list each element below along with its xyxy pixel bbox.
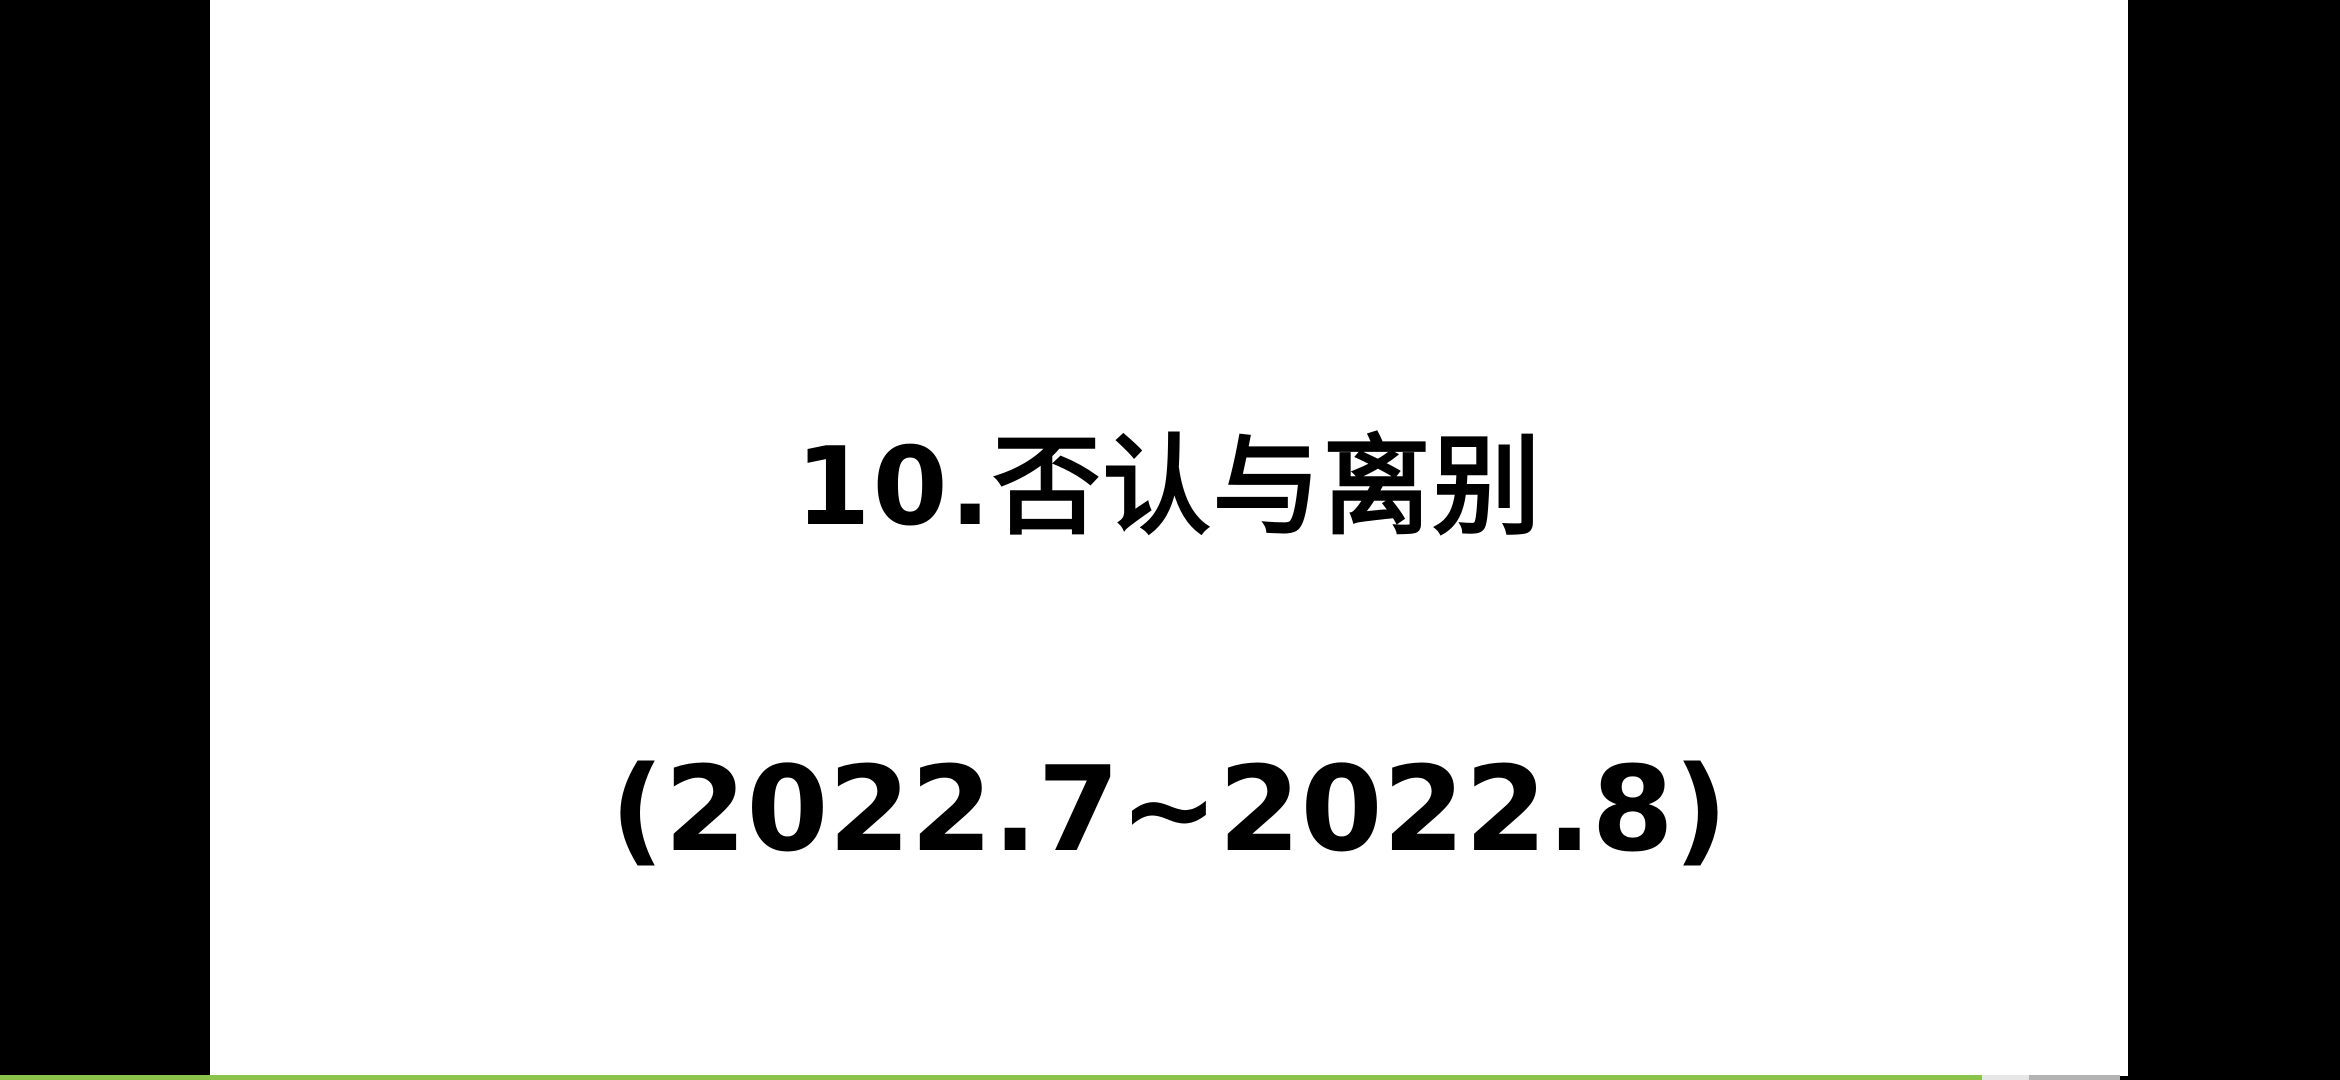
played-portion (0, 1075, 1983, 1080)
video-frame[interactable]: 10.否认与离别 (2022.7~2022.8) (210, 0, 2128, 1076)
video-progress-bar[interactable] (0, 1075, 2120, 1080)
date-range: (2022.7~2022.8) (610, 740, 1728, 878)
chapter-title: 10.否认与离别 (795, 425, 1543, 550)
